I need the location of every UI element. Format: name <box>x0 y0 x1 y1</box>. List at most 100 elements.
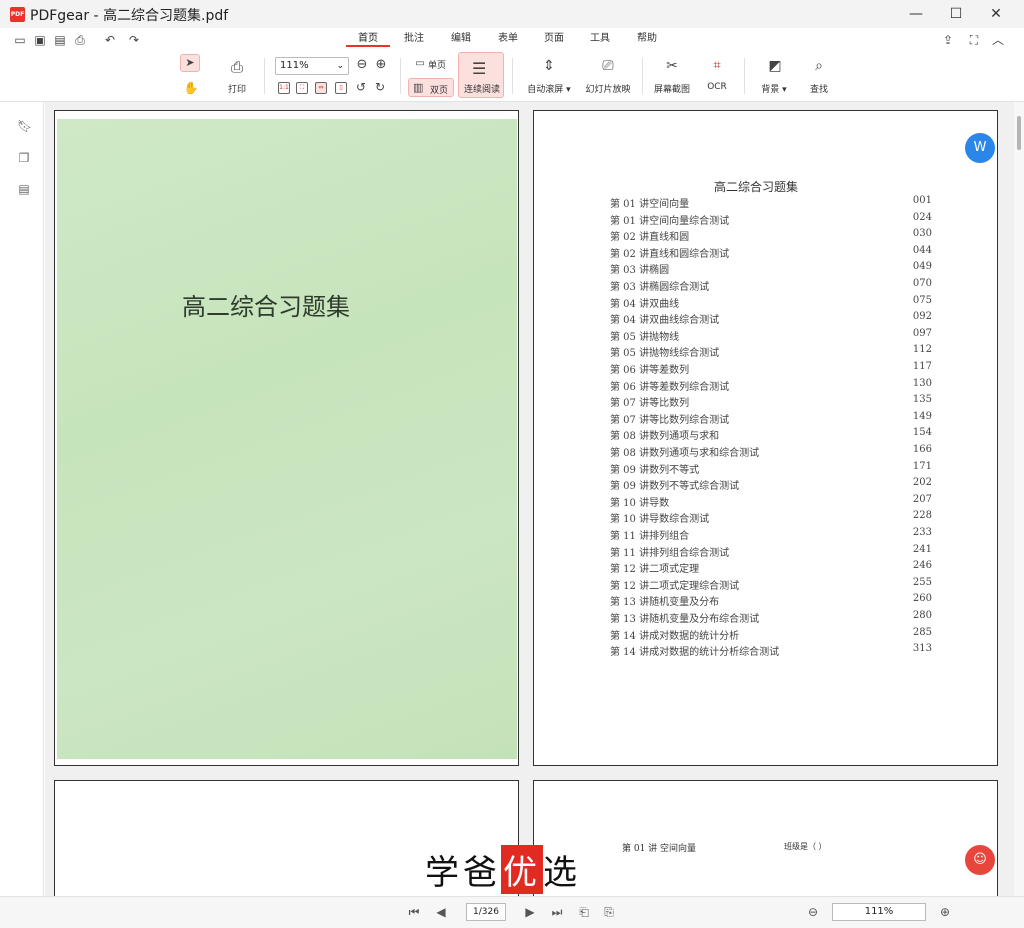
toc-row[interactable]: 第 06 讲等差数列 117 <box>610 361 932 376</box>
fit-visible-icon[interactable]: ▯ <box>335 82 347 94</box>
thumbnails-icon[interactable]: ❐ <box>17 151 31 165</box>
toc-entry-title: 第 10 讲导数综合测试 <box>610 514 710 526</box>
convert-to-word-icon[interactable]: W <box>965 133 995 163</box>
next-view-icon[interactable]: ⎘ <box>600 903 618 921</box>
toc-row[interactable]: 第 10 讲导数 207 <box>610 494 932 509</box>
toc-row[interactable]: 第 03 讲椭圆综合测试 070 <box>610 278 932 293</box>
print-button[interactable]: 打印 <box>220 82 254 95</box>
ocr-button[interactable]: OCR <box>700 82 734 92</box>
toc-row[interactable]: 第 01 讲空间向量综合测试 024 <box>610 212 932 227</box>
rotate-right-icon[interactable]: ↻ <box>373 80 387 94</box>
tab-help[interactable]: 帮助 <box>629 31 665 47</box>
toc-row[interactable]: 第 06 讲等差数列综合测试 130 <box>610 378 932 393</box>
zoom-in-icon[interactable]: ⊕ <box>374 58 388 72</box>
toc-row[interactable]: 第 13 讲随机变量及分布综合测试 280 <box>610 610 932 625</box>
single-page-icon[interactable]: ▭ <box>414 58 426 70</box>
tab-tools[interactable]: 工具 <box>582 31 618 47</box>
status-zoom-input[interactable]: 111% <box>832 903 926 921</box>
redo-icon[interactable]: ↷ <box>126 32 142 48</box>
comments-icon[interactable]: ▤ <box>17 182 31 196</box>
toc-row[interactable]: 第 10 讲导数综合测试 228 <box>610 510 932 525</box>
find-button[interactable]: 查找 <box>802 82 836 95</box>
close-button[interactable]: ✕ <box>976 0 1016 28</box>
screenshot-button[interactable]: 屏幕截图 <box>650 82 694 95</box>
toc-row[interactable]: 第 02 讲直线和圆 030 <box>610 228 932 243</box>
tab-form[interactable]: 表单 <box>490 31 526 47</box>
auto-scroll-icon[interactable]: ⇕ <box>538 58 560 76</box>
background-icon[interactable]: ◩ <box>764 58 786 76</box>
toc-row[interactable]: 第 09 讲数列不等式 171 <box>610 461 932 476</box>
toc-entry-page: 202 <box>912 477 932 489</box>
bookmark-icon[interactable]: 🔖︎ <box>17 119 32 133</box>
actual-size-icon[interactable]: 1:1 <box>278 82 290 94</box>
rotate-left-icon[interactable]: ↺ <box>354 80 368 94</box>
toc-entry-title: 第 06 讲等差数列 <box>610 365 690 376</box>
open-icon[interactable]: ▭ <box>12 32 28 48</box>
fit-width-icon[interactable]: ⇔ <box>315 82 327 94</box>
tab-edit[interactable]: 编辑 <box>443 31 479 47</box>
share-icon[interactable]: ⇪ <box>940 32 956 48</box>
slideshow-icon[interactable]: ⎚ <box>597 58 619 76</box>
scissors-icon[interactable]: ✂ <box>661 58 683 76</box>
status-zoom-in-icon[interactable]: ⊕ <box>936 903 954 921</box>
background-button[interactable]: 背景 ▾ <box>754 82 794 95</box>
tab-page[interactable]: 页面 <box>536 31 572 47</box>
collapse-ribbon-icon[interactable]: ︿ <box>990 32 1006 48</box>
fullscreen-icon[interactable]: ⛶ <box>966 32 982 48</box>
auto-scroll-button[interactable]: 自动滚屏 ▾ <box>522 82 576 95</box>
toc-row[interactable]: 第 08 讲数列通项与求和综合测试 166 <box>610 444 932 459</box>
toc-row[interactable]: 第 12 讲二项式定理综合测试 255 <box>610 577 932 592</box>
maximize-button[interactable]: ☐ <box>936 0 976 28</box>
toc-row[interactable]: 第 02 讲直线和圆综合测试 044 <box>610 245 932 260</box>
tab-annotate[interactable]: 批注 <box>396 31 432 47</box>
minimize-button[interactable]: — <box>896 0 936 28</box>
scrollbar-thumb[interactable] <box>1017 116 1021 150</box>
page-number-input[interactable]: 1/326 <box>466 903 506 921</box>
find-icon[interactable]: ⌕ <box>808 58 830 76</box>
zoom-out-icon[interactable]: ⊖ <box>355 58 369 72</box>
prev-page-icon[interactable]: ◀ <box>432 903 450 921</box>
slideshow-button[interactable]: 幻灯片放映 <box>580 82 636 95</box>
toc-row[interactable]: 第 08 讲数列通项与求和 154 <box>610 427 932 442</box>
toc-row[interactable]: 第 07 讲等比数列 135 <box>610 394 932 409</box>
toc-row[interactable]: 第 11 讲排列组合综合测试 241 <box>610 544 932 559</box>
last-page-icon[interactable]: ⏭ <box>548 903 566 921</box>
toc-row[interactable]: 第 04 讲双曲线 075 <box>610 295 932 310</box>
first-page-icon[interactable]: ⏮ <box>405 903 423 921</box>
toc-row[interactable]: 第 07 讲等比数列综合测试 149 <box>610 411 932 426</box>
background-label: 背景 <box>761 85 780 95</box>
fit-page-icon[interactable]: ⛶ <box>296 82 308 94</box>
toc-row[interactable]: 第 14 讲成对数据的统计分析综合测试 313 <box>610 643 932 658</box>
toc-row[interactable]: 第 01 讲空间向量 001 <box>610 195 932 210</box>
print-quick-icon[interactable]: ⎙ <box>72 32 88 48</box>
toc-entry-page: 024 <box>912 211 932 223</box>
single-page-button[interactable]: 单页 <box>428 58 452 71</box>
ocr-icon[interactable]: ⌗ <box>706 58 728 76</box>
toc-row[interactable]: 第 12 讲二项式定理 246 <box>610 560 932 575</box>
toc-row[interactable]: 第 05 讲抛物线综合测试 112 <box>610 344 932 359</box>
save-as-icon[interactable]: ▤ <box>52 32 68 48</box>
ai-assistant-icon[interactable]: ☺ <box>965 845 995 875</box>
status-zoom-out-icon[interactable]: ⊖ <box>804 903 822 921</box>
toc-row[interactable]: 第 05 讲抛物线 097 <box>610 328 932 343</box>
print-icon[interactable]: ⎙ <box>226 58 248 76</box>
select-tool-icon[interactable]: ➤ <box>180 54 200 72</box>
toc-row[interactable]: 第 13 讲随机变量及分布 260 <box>610 593 932 608</box>
toc-row[interactable]: 第 04 讲双曲线综合测试 092 <box>610 311 932 326</box>
prev-view-icon[interactable]: ⎗ <box>575 903 593 921</box>
zoom-select[interactable]: 111% ⌄ <box>275 57 349 75</box>
toc-row[interactable]: 第 03 讲椭圆 049 <box>610 261 932 276</box>
vertical-scrollbar[interactable] <box>1014 102 1024 896</box>
hand-tool-icon[interactable]: ✋ <box>182 80 200 96</box>
document-viewer[interactable]: 高二综合习题集 高二综合习题集 第 01 讲空间向量 001 第 01 讲空间向量综… <box>45 102 1014 896</box>
undo-icon[interactable]: ↶ <box>102 32 118 48</box>
toc-row[interactable]: 第 11 讲排列组合 233 <box>610 527 932 542</box>
toc-entry-page: 228 <box>912 510 932 522</box>
double-page-button[interactable]: ▥ 双页 <box>408 78 454 97</box>
continuous-read-button[interactable]: ☰ 连续阅读 <box>458 52 504 98</box>
toc-row[interactable]: 第 09 讲数列不等式综合测试 202 <box>610 477 932 492</box>
save-icon[interactable]: ▣ <box>32 32 48 48</box>
next-page-icon[interactable]: ▶ <box>521 903 539 921</box>
auto-scroll-label: 自动滚屏 <box>527 85 564 95</box>
toc-row[interactable]: 第 14 讲成对数据的统计分析 285 <box>610 627 932 642</box>
